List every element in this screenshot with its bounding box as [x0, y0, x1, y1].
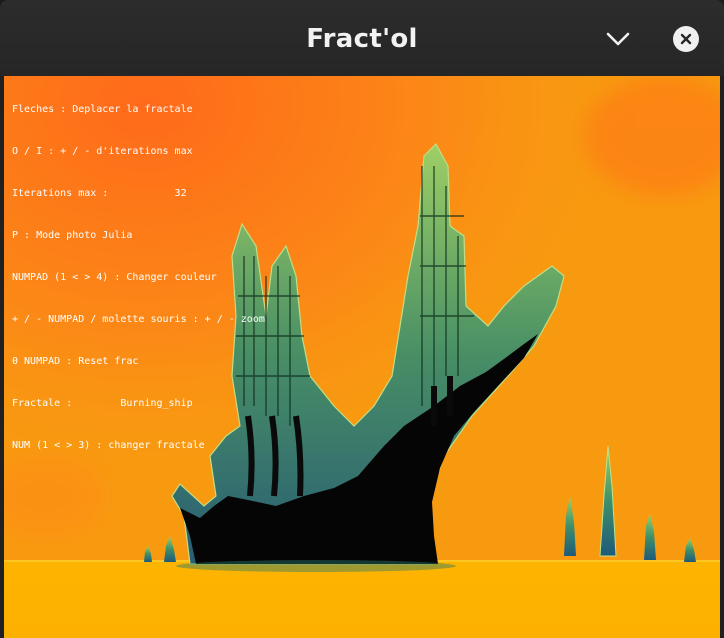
- help-line-color: NUMPAD (1 < > 4) : Changer couleur: [12, 272, 217, 283]
- help-line-zoom: + / - NUMPAD / molette souris : + / - zo…: [12, 314, 265, 325]
- help-line-reset: 0 NUMPAD : Reset frac: [12, 356, 139, 367]
- close-button[interactable]: [671, 24, 701, 54]
- help-line-fractal-name: Fractale : Burning_ship: [12, 398, 193, 409]
- minimize-button[interactable]: [603, 24, 633, 54]
- fractal-canvas[interactable]: Fleches : Deplacer la fractale O / I : +…: [4, 76, 720, 638]
- help-line-switch-fractal: NUM (1 < > 3) : changer fractale: [12, 440, 205, 451]
- help-line-move: Fleches : Deplacer la fractale: [12, 104, 193, 115]
- title-bar[interactable]: Fract'ol: [0, 0, 724, 76]
- app-window: Fract'ol Fleches: Deplacer la fractale …: [0, 0, 724, 638]
- help-line-iterations-max: Iterations max : 32: [12, 188, 187, 199]
- help-line-iterations-keys: O / I : + / - d'iterations max: [12, 146, 193, 157]
- chevron-down-icon: [606, 32, 630, 46]
- close-icon: [673, 26, 699, 52]
- help-line-julia-photo: P : Mode photo Julia: [12, 230, 133, 241]
- help-overlay: Fleches : Deplacer la fractale O / I : +…: [12, 82, 265, 482]
